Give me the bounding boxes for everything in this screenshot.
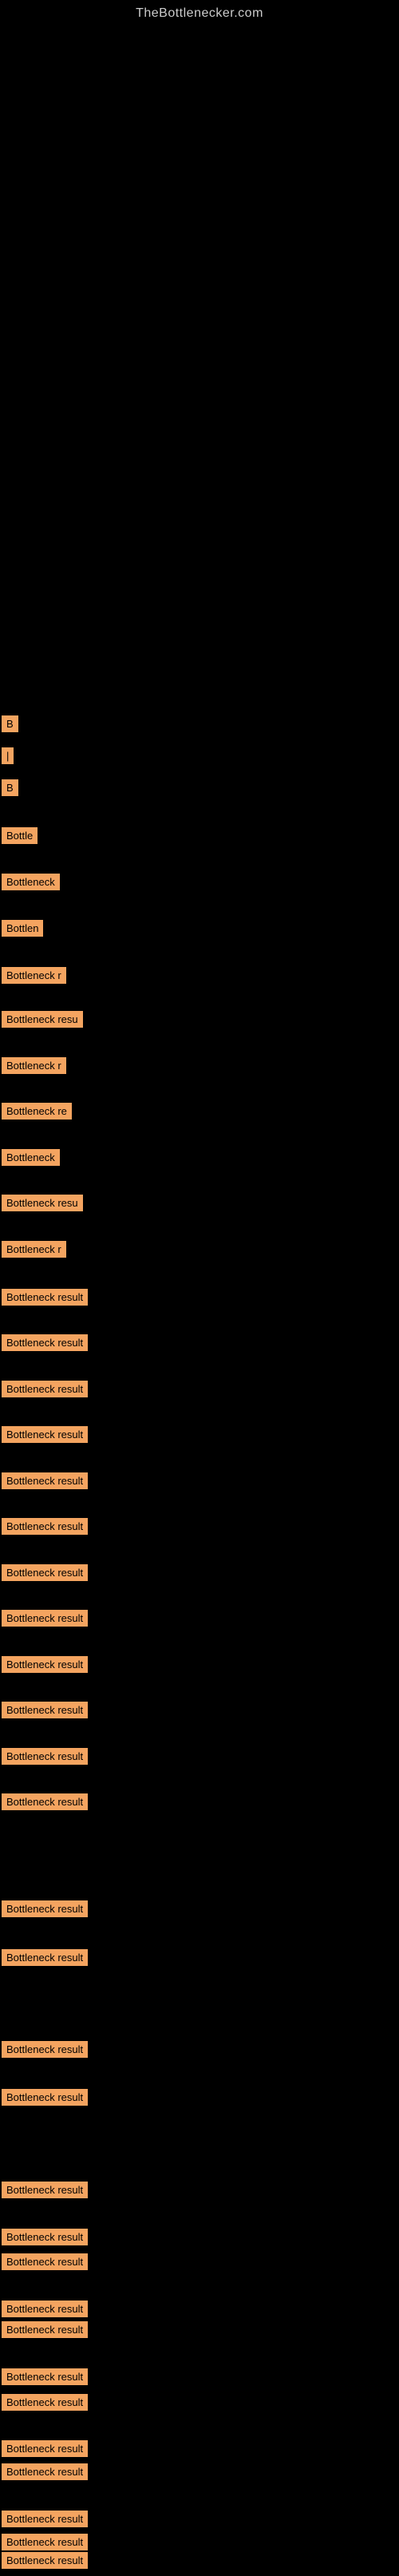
site-title: TheBottlenecker.com <box>0 0 399 21</box>
bottleneck-item-6: Bottlen <box>2 920 43 937</box>
bottleneck-item-21: Bottleneck result <box>2 1610 88 1627</box>
bottleneck-item-31: Bottleneck result <box>2 2229 88 2245</box>
bottleneck-item-18: Bottleneck result <box>2 1472 88 1489</box>
bottleneck-item-36: Bottleneck result <box>2 2394 88 2411</box>
bottleneck-item-8: Bottleneck resu <box>2 1011 83 1028</box>
bottleneck-item-37: Bottleneck result <box>2 2440 88 2457</box>
bottleneck-item-9: Bottleneck r <box>2 1057 66 1074</box>
bottleneck-item-41: Bottleneck result <box>2 2552 88 2569</box>
bottleneck-item-30: Bottleneck result <box>2 2182 88 2198</box>
bottleneck-item-23: Bottleneck result <box>2 1702 88 1718</box>
bottleneck-item-4: Bottle <box>2 827 38 844</box>
bottleneck-item-22: Bottleneck result <box>2 1656 88 1673</box>
bottleneck-item-24: Bottleneck result <box>2 1748 88 1765</box>
bottleneck-item-2: | <box>2 747 14 764</box>
bottleneck-item-10: Bottleneck re <box>2 1103 72 1120</box>
bottleneck-item-14: Bottleneck result <box>2 1289 88 1306</box>
bottleneck-item-38: Bottleneck result <box>2 2463 88 2480</box>
bottleneck-item-33: Bottleneck result <box>2 2301 88 2317</box>
bottleneck-item-17: Bottleneck result <box>2 1426 88 1443</box>
bottleneck-item-34: Bottleneck result <box>2 2321 88 2338</box>
bottleneck-item-25: Bottleneck result <box>2 1793 88 1810</box>
bottleneck-item-26: Bottleneck result <box>2 1900 88 1917</box>
bottleneck-item-19: Bottleneck result <box>2 1518 88 1535</box>
bottleneck-item-20: Bottleneck result <box>2 1564 88 1581</box>
bottleneck-item-27: Bottleneck result <box>2 1949 88 1966</box>
bottleneck-item-1: B <box>2 715 18 732</box>
bottleneck-item-11: Bottleneck <box>2 1149 60 1166</box>
bottleneck-item-16: Bottleneck result <box>2 1381 88 1397</box>
bottleneck-item-40: Bottleneck result <box>2 2534 88 2550</box>
bottleneck-item-32: Bottleneck result <box>2 2253 88 2270</box>
bottleneck-item-12: Bottleneck resu <box>2 1195 83 1211</box>
page-wrapper: TheBottlenecker.com B|BBottleBottleneckB… <box>0 0 399 2576</box>
bottleneck-item-39: Bottleneck result <box>2 2511 88 2527</box>
bottleneck-item-15: Bottleneck result <box>2 1334 88 1351</box>
bottleneck-item-28: Bottleneck result <box>2 2041 88 2058</box>
items-container: B | B Bottle Bottleneck Bottlen Bottleneck r Bo… <box>0 21 399 2576</box>
bottleneck-item-35: Bottleneck result <box>2 2368 88 2385</box>
bottleneck-item-29: Bottleneck result <box>2 2089 88 2106</box>
bottleneck-item-7: Bottleneck r <box>2 967 66 984</box>
bottleneck-item-5: Bottleneck <box>2 874 60 890</box>
bottleneck-item-13: Bottleneck r <box>2 1241 66 1258</box>
bottleneck-item-3: B <box>2 779 18 796</box>
